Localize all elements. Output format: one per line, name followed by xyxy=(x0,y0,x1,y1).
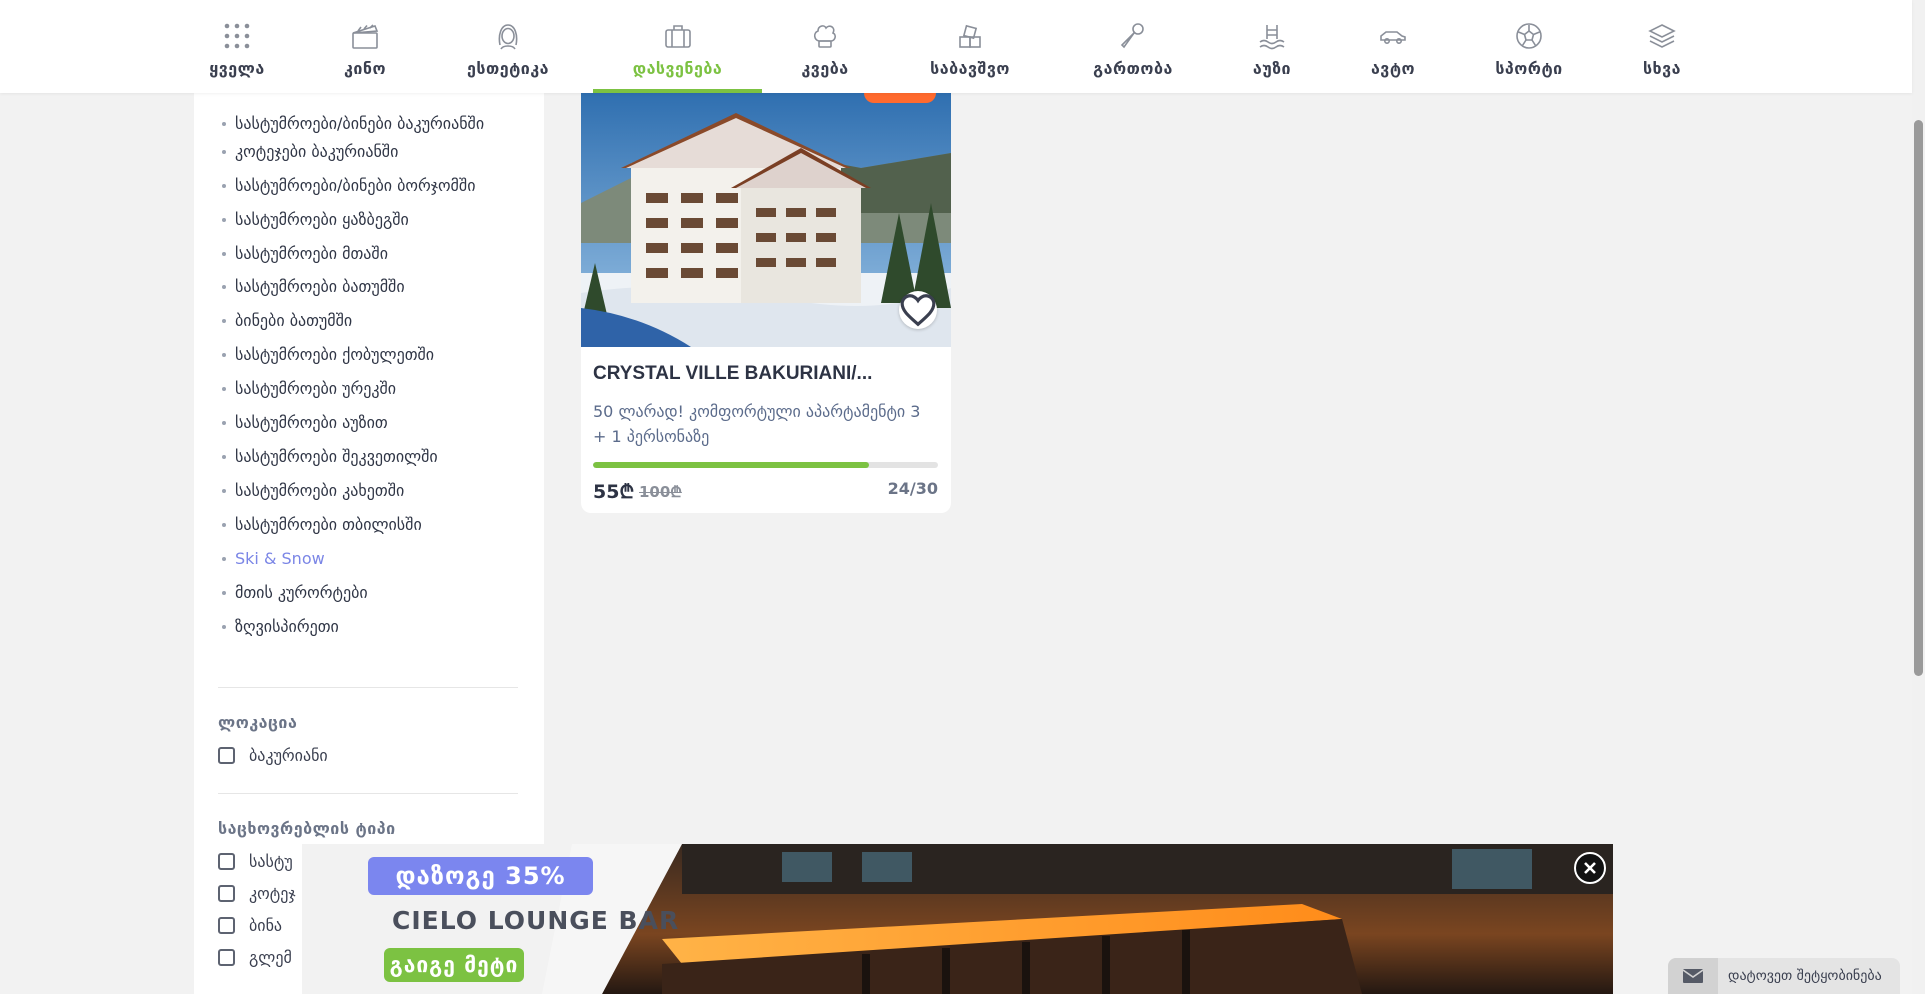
checkbox[interactable] xyxy=(218,853,235,870)
offer-description: 50 ლარად! კომფორტული აპარტამენტი 3 + 1 პ… xyxy=(593,402,921,446)
banner-discount: დაზოგე 35% xyxy=(368,857,593,895)
subcategory-list: სასტუმროები/ბინები ბაკურიანში კოტეჯები ბ… xyxy=(219,113,529,637)
layers-icon xyxy=(1646,20,1678,52)
accommodation-option[interactable]: გლემ xyxy=(218,948,292,967)
subcategory-item[interactable]: სასტუმროები ქობულეთში xyxy=(219,344,529,365)
nav-item-sport[interactable]: სპორტი xyxy=(1492,0,1566,93)
nav-item-all[interactable]: ყველა xyxy=(204,0,270,93)
nav-item-label: საბავშვო xyxy=(930,59,1010,78)
sold-progress-bar xyxy=(593,462,938,468)
clapperboard-icon xyxy=(349,20,381,52)
nav-item-label: სპორტი xyxy=(1495,59,1563,78)
subcategory-item[interactable]: სასტუმროები თბილისში xyxy=(219,514,529,535)
offer-price: 55₾ xyxy=(593,481,635,503)
subcategory-item[interactable]: ბინები ბათუმში xyxy=(219,310,529,331)
subcategory-item[interactable]: სასტუმროები კახეთში xyxy=(219,480,529,501)
hotel-snow-photo xyxy=(581,93,951,347)
suitcase-icon xyxy=(662,20,694,52)
nav-item-food[interactable]: კვება xyxy=(798,0,852,93)
offer-old-price: 100₾ xyxy=(639,483,682,501)
woman-face-icon xyxy=(492,20,524,52)
promo-banner[interactable]: დაზოგე 35% CIELO LOUNGE BAR გაიგე მეტი xyxy=(302,844,1613,994)
scrollbar-thumb[interactable] xyxy=(1914,120,1923,676)
offer-card[interactable]: CRYSTAL VILLE BAKURIANI/... 50 ლარად! კო… xyxy=(581,93,951,513)
subcategory-item-active[interactable]: Ski & Snow xyxy=(219,548,529,569)
location-option-bakuriani[interactable]: ბაკურიანი xyxy=(218,746,328,765)
subcategory-item[interactable]: სასტუმროები/ბინები ბაკურიანში xyxy=(219,113,529,134)
subcategory-item[interactable]: ზღვისპირეთი xyxy=(219,616,529,637)
soccer-ball-icon xyxy=(1513,20,1545,52)
checkbox-label: სასტუ xyxy=(249,852,293,871)
nav-item-label: დასვენება xyxy=(632,59,723,78)
nav-item-beauty[interactable]: ესთეტიკა xyxy=(460,0,556,93)
nav-item-vacation[interactable]: დასვენება xyxy=(593,0,762,93)
offer-image[interactable] xyxy=(581,93,951,347)
nav-item-label: გართობა xyxy=(1093,59,1173,78)
accommodation-option[interactable]: ბინა xyxy=(218,916,282,935)
subcategory-item[interactable]: კოტეჯები ბაკურიანში xyxy=(219,141,529,162)
nav-item-label: აუზი xyxy=(1252,59,1292,78)
checkbox[interactable] xyxy=(218,885,235,902)
accommodation-option[interactable]: კოტეჯ xyxy=(218,884,296,903)
heart-icon xyxy=(900,294,936,327)
subcategory-item[interactable]: მთის კურორტები xyxy=(219,582,529,603)
checkbox[interactable] xyxy=(218,917,235,934)
checkbox-label: გლემ xyxy=(249,948,292,967)
banner-close-button[interactable] xyxy=(1574,852,1606,884)
checkbox-label: კოტეჯ xyxy=(249,884,296,903)
nav-item-kids[interactable]: საბავშვო xyxy=(924,0,1016,93)
checkbox[interactable] xyxy=(218,949,235,966)
nav-item-label: ყველა xyxy=(209,59,265,78)
envelope-shape xyxy=(1683,969,1703,983)
nav-item-label: კინო xyxy=(343,59,387,78)
envelope-icon xyxy=(1668,958,1718,994)
pool-icon xyxy=(1256,20,1288,52)
grid-icon xyxy=(221,20,253,52)
checkbox-label: ბინა xyxy=(249,916,283,935)
nav-item-pool[interactable]: აუზი xyxy=(1250,0,1294,93)
banner-title: CIELO LOUNGE BAR xyxy=(392,906,680,935)
divider xyxy=(218,687,518,688)
microphone-icon xyxy=(1117,20,1149,52)
leave-message-label: დატოვეთ შეტყობინება xyxy=(1728,968,1882,984)
category-nav: ყველა კინო ესთეტიკა დასვენება კვება საბა… xyxy=(0,0,1912,93)
nav-item-label: ავტო xyxy=(1370,59,1416,78)
accommodation-title: საცხოვრებლის ტიპი xyxy=(218,819,396,838)
discount-badge xyxy=(864,93,936,103)
nav-item-cinema[interactable]: კინო xyxy=(337,0,393,93)
subcategory-item[interactable]: სასტუმროები/ბინები ბორჯომში xyxy=(219,175,529,196)
chef-hat-icon xyxy=(809,20,841,52)
nav-item-auto[interactable]: ავტო xyxy=(1368,0,1418,93)
nav-item-label: სხვა xyxy=(1642,59,1682,78)
accommodation-option[interactable]: სასტუ xyxy=(218,852,293,871)
banner-learn-more-button[interactable]: გაიგე მეტი xyxy=(384,948,524,982)
sold-progress-fill xyxy=(593,462,869,468)
subcategory-item[interactable]: სასტუმროები აუზით xyxy=(219,412,529,433)
leave-message-button[interactable]: დატოვეთ შეტყობინება xyxy=(1668,958,1900,994)
divider xyxy=(218,793,518,794)
checkbox-label: ბაკურიანი xyxy=(249,746,328,765)
car-icon xyxy=(1377,20,1409,52)
sold-count: 24/30 xyxy=(887,479,938,498)
offer-title[interactable]: CRYSTAL VILLE BAKURIANI/... xyxy=(593,363,872,385)
checkbox[interactable] xyxy=(218,747,235,764)
subcategory-item[interactable]: სასტუმროები ყაზბეგში xyxy=(219,209,529,230)
subcategory-item[interactable]: სასტუმროები შეკვეთილში xyxy=(219,446,529,467)
location-title: ლოკაცია xyxy=(218,713,298,732)
nav-item-other[interactable]: სხვა xyxy=(1640,0,1684,93)
close-icon xyxy=(1584,862,1596,874)
nav-item-entertainment[interactable]: გართობა xyxy=(1088,0,1178,93)
subcategory-item[interactable]: სასტუმროები მთაში xyxy=(219,243,529,264)
subcategory-item[interactable]: სასტუმროები ბათუმში xyxy=(219,276,529,297)
toy-blocks-icon xyxy=(954,20,986,52)
nav-item-label: ესთეტიკა xyxy=(466,59,550,78)
favorite-button[interactable] xyxy=(899,291,937,329)
subcategory-item[interactable]: სასტუმროები ურეკში xyxy=(219,378,529,399)
nav-item-label: კვება xyxy=(801,59,849,78)
